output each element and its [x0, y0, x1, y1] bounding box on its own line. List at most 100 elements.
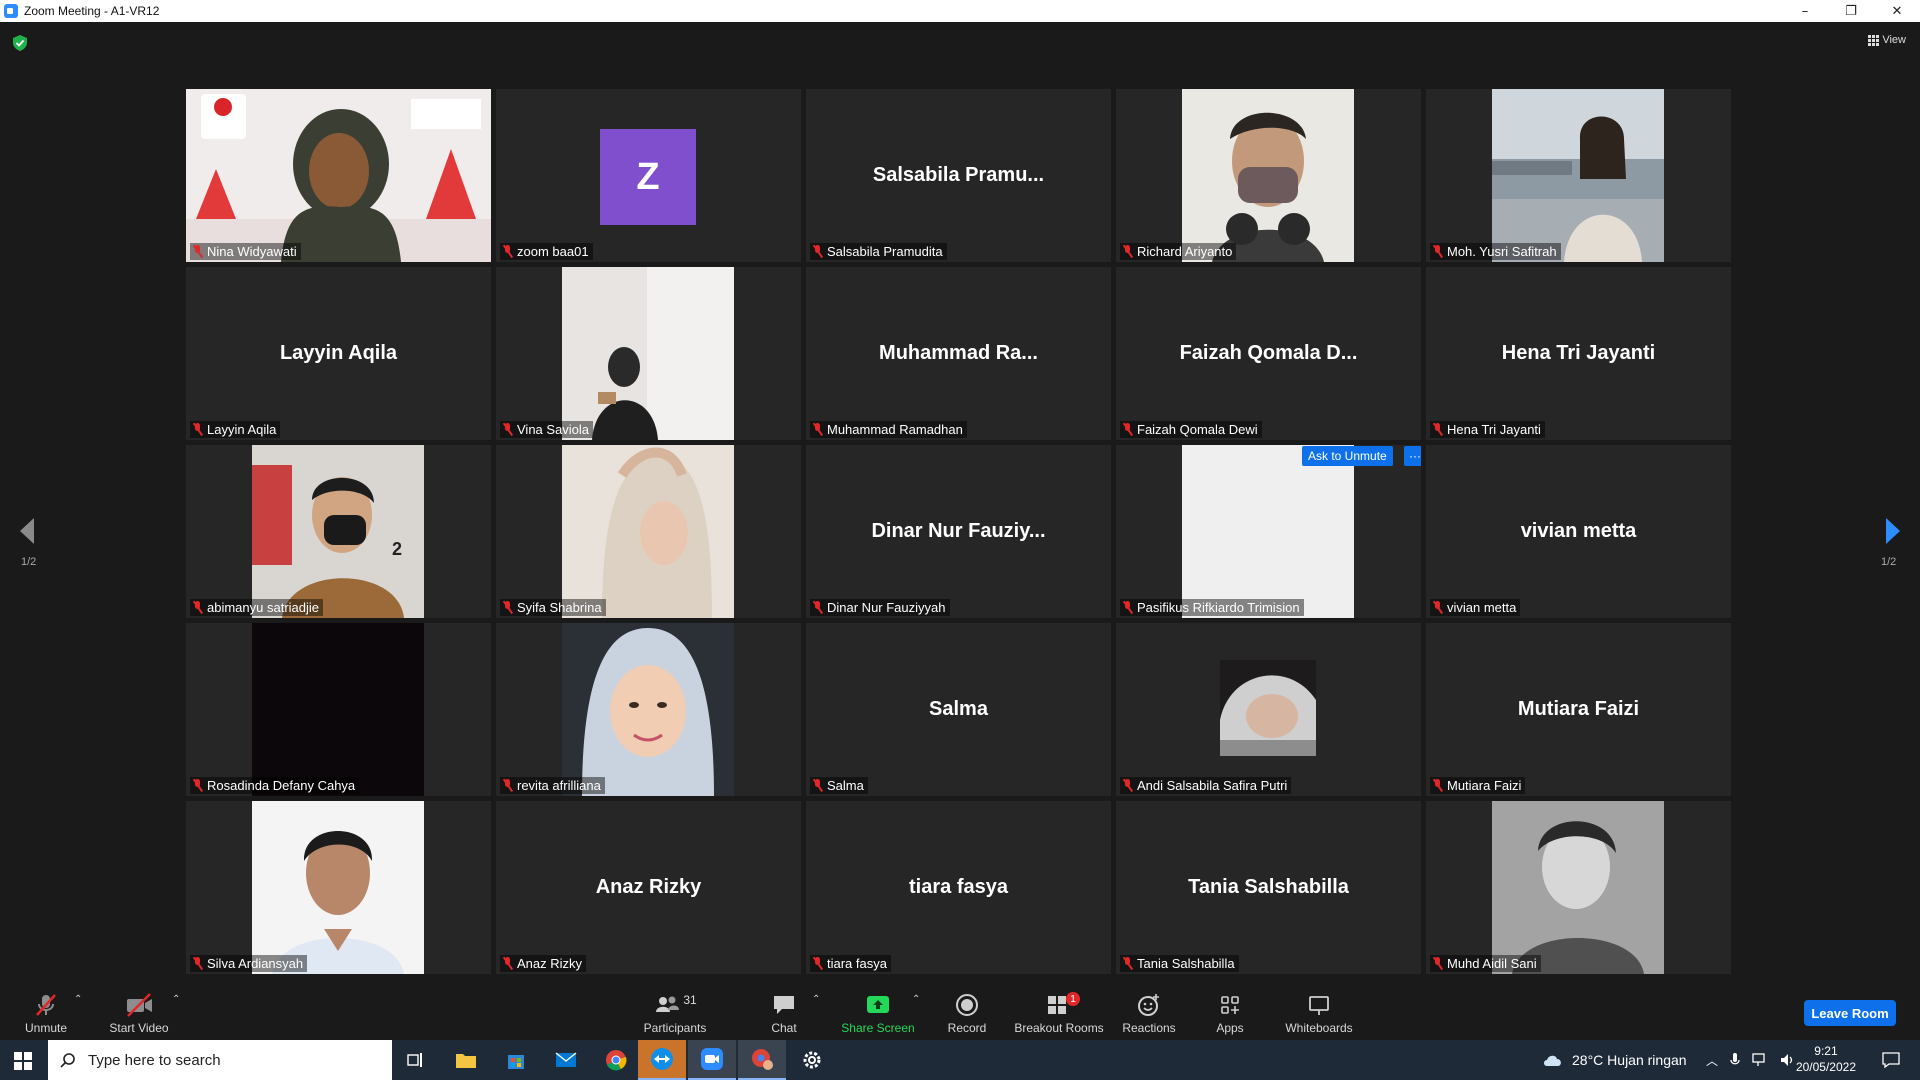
participant-name: Moh. Yusri Safitrah: [1447, 244, 1557, 259]
next-page-arrow-icon[interactable]: [1882, 516, 1902, 546]
maximize-button[interactable]: ❐: [1828, 0, 1874, 22]
weather-widget[interactable]: 28°C Hujan ringan: [1542, 1040, 1687, 1080]
shield-icon[interactable]: [13, 35, 27, 51]
share-options-caret-icon[interactable]: ⌃: [912, 994, 920, 1005]
muted-mic-icon: [1122, 779, 1133, 792]
share-screen-icon: [867, 996, 889, 1013]
participant-name: Syifa Shabrina: [517, 600, 602, 615]
participant-video: 2: [252, 445, 424, 618]
participant-tile[interactable]: Muhd Aidil Sani: [1426, 801, 1731, 974]
participant-tile[interactable]: Tania Salshabilla Tania Salshabilla: [1116, 801, 1421, 974]
participant-tile[interactable]: Hena Tri Jayanti Hena Tri Jayanti: [1426, 267, 1731, 440]
participant-name: Silva Ardiansyah: [207, 956, 304, 971]
muted-mic-icon: [812, 601, 823, 614]
ask-to-unmute-button[interactable]: Ask to Unmute: [1302, 446, 1393, 466]
participant-tile[interactable]: Rosadinda Defany Cahya: [186, 623, 491, 796]
windows-taskbar: Type here to search 28°C Hujan ringan ︿ …: [0, 1040, 1920, 1080]
whiteboards-button[interactable]: Whiteboards: [1282, 980, 1356, 1040]
participant-video: [252, 623, 424, 796]
search-placeholder: Type here to search: [88, 1051, 221, 1069]
chat-button[interactable]: Chat: [760, 980, 808, 1040]
search-icon: [60, 1053, 75, 1068]
avatar: Z: [600, 129, 696, 225]
chrome-profile-icon[interactable]: [738, 1040, 786, 1080]
muted-mic-icon: [812, 779, 823, 792]
muted-mic-icon: [1122, 957, 1133, 970]
participant-name: Muhammad Ramadhan: [827, 422, 963, 437]
record-button[interactable]: Record: [940, 980, 994, 1040]
leave-room-button[interactable]: Leave Room: [1804, 1000, 1896, 1026]
notification-icon[interactable]: [1882, 1052, 1900, 1068]
settings-gear-icon[interactable]: [788, 1040, 836, 1080]
participant-tile[interactable]: 2 abimanyu satriadjie: [186, 445, 491, 618]
participant-tile[interactable]: Dinar Nur Fauziy... Dinar Nur Fauziyyah: [806, 445, 1111, 618]
participant-name: Hena Tri Jayanti: [1447, 422, 1541, 437]
participant-tile[interactable]: Silva Ardiansyah: [186, 801, 491, 974]
video-options-caret-icon[interactable]: ⌃: [172, 994, 180, 1005]
participant-tile[interactable]: Syifa Shabrina: [496, 445, 801, 618]
previous-page-arrow-icon[interactable]: [18, 516, 38, 546]
participant-tile[interactable]: Vina Saviola: [496, 267, 801, 440]
chat-icon: [774, 996, 794, 1014]
participant-video: [562, 445, 734, 618]
participant-tile[interactable]: Z zoom baa01: [496, 89, 801, 262]
taskbar-clock[interactable]: 9:21 20/05/2022: [1796, 1043, 1856, 1075]
chat-options-caret-icon[interactable]: ⌃: [812, 994, 820, 1005]
muted-mic-icon: [502, 245, 513, 258]
microphone-tray-icon[interactable]: [1730, 1052, 1740, 1068]
participant-tile[interactable]: Mutiara Faizi Mutiara Faizi: [1426, 623, 1731, 796]
whiteboards-label: Whiteboards: [1285, 1021, 1353, 1035]
minimize-button[interactable]: –: [1782, 0, 1828, 22]
participant-tile[interactable]: Layyin Aqila Layyin Aqila: [186, 267, 491, 440]
taskbar-search-box[interactable]: Type here to search: [48, 1040, 392, 1080]
task-view-icon[interactable]: [392, 1040, 440, 1080]
reactions-button[interactable]: Reactions: [1118, 980, 1180, 1040]
view-button[interactable]: View: [1868, 34, 1906, 46]
microsoft-store-icon[interactable]: [492, 1040, 540, 1080]
participant-tile[interactable]: Moh. Yusri Safitrah: [1426, 89, 1731, 262]
breakout-rooms-button[interactable]: 1 Breakout Rooms: [1012, 980, 1106, 1040]
participant-tile[interactable]: Muhammad Ra... Muhammad Ramadhan: [806, 267, 1111, 440]
unmute-button[interactable]: Unmute: [20, 980, 72, 1040]
muted-mic-icon: [502, 957, 513, 970]
participant-tile[interactable]: Salsabila Pramu... Salsabila Pramudita: [806, 89, 1111, 262]
participant-tile[interactable]: Anaz Rizky Anaz Rizky: [496, 801, 801, 974]
network-icon[interactable]: [1752, 1053, 1768, 1067]
participant-tile[interactable]: revita afrilliana: [496, 623, 801, 796]
participant-tile[interactable]: vivian metta vivian metta: [1426, 445, 1731, 618]
muted-mic-icon: [1432, 779, 1443, 792]
participant-tile[interactable]: tiara fasya tiara fasya: [806, 801, 1111, 974]
participant-tile[interactable]: Faizah Qomala D... Faizah Qomala Dewi: [1116, 267, 1421, 440]
start-video-button[interactable]: Start Video: [104, 980, 174, 1040]
mail-icon[interactable]: [542, 1040, 590, 1080]
teamviewer-icon[interactable]: [638, 1040, 686, 1080]
participant-name: Layyin Aqila: [207, 422, 277, 437]
participant-tile[interactable]: Andi Salsabila Safira Putri: [1116, 623, 1421, 796]
volume-icon[interactable]: [1780, 1053, 1796, 1067]
muted-mic-icon: [812, 245, 823, 258]
chrome-icon[interactable]: [592, 1040, 640, 1080]
participant-tile[interactable]: Richard Ariyanto: [1116, 89, 1421, 262]
participant-name: tiara fasya: [827, 956, 887, 971]
participant-name: Salma: [827, 778, 864, 793]
share-screen-button[interactable]: Share Screen: [838, 980, 918, 1040]
file-explorer-icon[interactable]: [442, 1040, 490, 1080]
participants-button[interactable]: 31 Participants: [640, 980, 710, 1040]
tray-chevron-icon[interactable]: ︿: [1706, 1052, 1718, 1069]
participant-tile[interactable]: Salma Salma: [806, 623, 1111, 796]
close-button[interactable]: ✕: [1874, 0, 1920, 22]
audio-options-caret-icon[interactable]: ⌃: [74, 994, 82, 1005]
participant-tile[interactable]: Nina Widyawati: [186, 89, 491, 262]
participant-video: [1492, 801, 1664, 974]
participant-name: abimanyu satriadjie: [207, 600, 320, 615]
zoom-taskbar-icon[interactable]: [688, 1040, 736, 1080]
apps-button[interactable]: Apps: [1206, 980, 1254, 1040]
muted-mic-icon: [812, 423, 823, 436]
participant-tile[interactable]: Ask to Unmute ··· Pasifikus Rifkiardo Tr…: [1116, 445, 1421, 618]
muted-mic-icon: [192, 601, 203, 614]
participant-display-name: Faizah Qomala D...: [1179, 342, 1358, 364]
more-options-button[interactable]: ···: [1404, 446, 1421, 466]
meeting-toolbar: Unmute ⌃ Start Video ⌃ 31 Participants C…: [0, 980, 1920, 1040]
participant-name: Richard Ariyanto: [1137, 244, 1233, 259]
windows-start-icon[interactable]: [14, 1052, 32, 1070]
